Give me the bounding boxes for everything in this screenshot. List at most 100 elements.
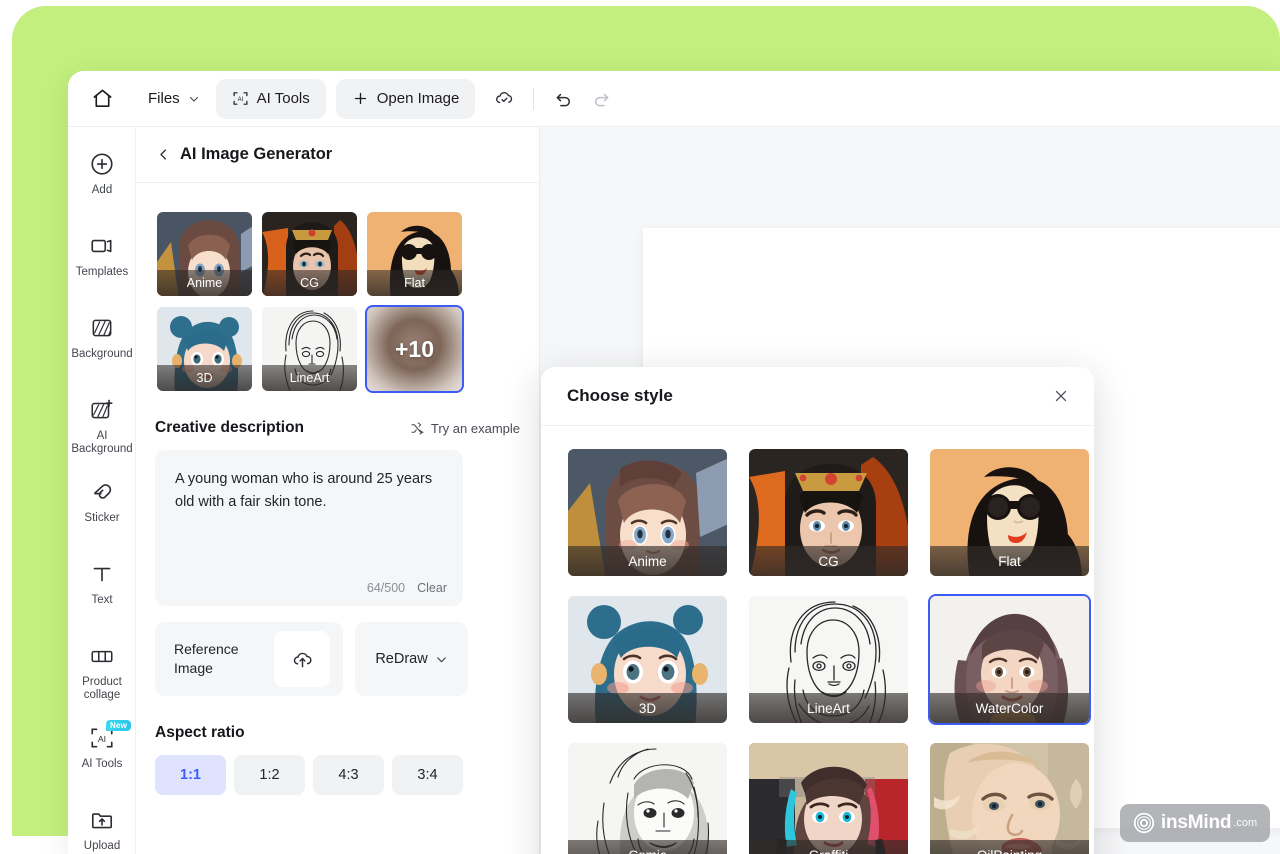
files-menu-button[interactable]: Files: [132, 79, 216, 119]
ai-frame-icon: AI: [232, 90, 249, 107]
style-tile-lineart[interactable]: LineArt: [260, 305, 359, 393]
aspect-chip-4-3[interactable]: 4:3: [313, 755, 384, 795]
redraw-dropdown[interactable]: ReDraw: [355, 622, 468, 696]
close-icon[interactable]: [1052, 387, 1070, 405]
ai-tools-label: AI Tools: [256, 90, 310, 107]
sidebar-item-label: Add: [91, 184, 113, 196]
style-tile-label: Anime: [157, 270, 252, 296]
reference-image-label: Reference Image: [174, 641, 239, 676]
style-thumb-comic: [568, 743, 727, 854]
aspect-chip-1-2[interactable]: 1:2: [234, 755, 305, 795]
watermark: insMind .com: [1120, 804, 1270, 842]
style-tile-flat[interactable]: Flat: [365, 210, 464, 298]
ai-tools-button[interactable]: AI AI Tools: [215, 78, 326, 119]
background-icon: [89, 315, 115, 341]
reference-upload-button[interactable]: [274, 631, 330, 687]
style-label: Graffiti: [749, 840, 908, 854]
sticker-icon: [89, 479, 115, 505]
open-image-button[interactable]: Open Image: [335, 78, 476, 119]
home-icon: [91, 87, 114, 110]
insmind-logo-icon: [1133, 812, 1155, 834]
ai-background-icon: [89, 397, 115, 423]
chevron-left-icon[interactable]: [156, 147, 171, 162]
open-image-label: Open Image: [376, 90, 460, 107]
aspect-chip-1-1[interactable]: 1:1: [155, 755, 226, 795]
style-label: Flat: [930, 546, 1089, 576]
modal-style-graffiti[interactable]: Graffiti: [747, 741, 910, 854]
plus-circle-icon: [89, 151, 115, 177]
modal-style-watercolor[interactable]: WaterColor: [928, 594, 1091, 725]
modal-style-lineart[interactable]: LineArt: [747, 594, 910, 725]
sidebar-item-product-collage[interactable]: Product collage: [68, 633, 135, 715]
style-tile-label: 3D: [157, 365, 252, 391]
modal-style-cg[interactable]: CG: [747, 447, 910, 578]
redraw-label: ReDraw: [375, 651, 428, 667]
undo-icon: [553, 88, 574, 109]
modal-style-flat[interactable]: Flat: [928, 447, 1091, 578]
top-toolbar: Files AI AI Tools Open Image: [68, 71, 1280, 127]
dialog-title: Choose style: [567, 386, 673, 405]
sidebar-item-label: Background: [71, 348, 133, 360]
creative-description-header: Creative description Try an example: [155, 419, 520, 437]
style-thumb-oilpainting: [930, 743, 1089, 854]
clear-button[interactable]: Clear: [417, 581, 447, 595]
style-quick-grid: Anime CG Flat 3D LineArt +10: [155, 210, 520, 393]
modal-style-3d[interactable]: 3D: [566, 594, 729, 725]
modal-style-anime[interactable]: Anime: [566, 447, 729, 578]
style-tile-3d[interactable]: 3D: [155, 305, 254, 393]
creative-description-footer: 64/500 Clear: [367, 581, 447, 595]
svg-text:AI: AI: [98, 734, 106, 744]
sidebar-item-text[interactable]: Text: [68, 551, 135, 633]
files-label: Files: [148, 90, 180, 107]
sidebar-item-ai-tools[interactable]: New AI AI Tools: [68, 715, 135, 797]
watermark-suffix: .com: [1233, 817, 1258, 829]
sidebar-item-label: Upload: [83, 840, 121, 852]
cloud-upload-icon: [291, 648, 314, 671]
style-label: WaterColor: [930, 693, 1089, 723]
redo-icon: [591, 88, 612, 109]
page-title: AI Image Generator: [180, 145, 333, 163]
screenshot-root: Files AI AI Tools Open Image Add Templat…: [0, 0, 1280, 854]
aspect-ratio-title: Aspect ratio: [155, 724, 245, 741]
try-an-example-button[interactable]: Try an example: [410, 421, 520, 436]
cloud-sync-button[interactable]: [485, 80, 523, 118]
panel-body: Anime CG Flat 3D LineArt +10 Creative de…: [136, 183, 539, 795]
choose-style-dialog: Choose style Anime CG Flat 3D LineArt Wa…: [541, 367, 1094, 854]
sidebar-item-upload[interactable]: Upload: [68, 797, 135, 854]
style-label: OilPainting: [930, 840, 1089, 854]
creative-description-title: Creative description: [155, 419, 305, 436]
modal-style-comic[interactable]: Comic: [566, 741, 729, 854]
new-badge: New: [106, 720, 132, 731]
undo-button[interactable]: [544, 80, 582, 118]
templates-icon: [89, 233, 115, 259]
redo-button[interactable]: [582, 80, 620, 118]
app-window: Files AI AI Tools Open Image Add Templat…: [68, 71, 1280, 854]
style-label: LineArt: [749, 693, 908, 723]
aspect-chip-3-4[interactable]: 3:4: [392, 755, 463, 795]
style-tile-more[interactable]: +10: [365, 305, 464, 393]
chevron-down-icon: [435, 653, 448, 666]
sidebar-item-add[interactable]: Add: [68, 141, 135, 223]
sidebar-item-label: Sticker: [84, 512, 120, 524]
style-tile-label: LineArt: [262, 365, 357, 391]
sidebar-item-label: Product collage: [82, 676, 122, 702]
sidebar-item-ai-background[interactable]: AI Background: [68, 387, 135, 469]
sidebar-item-background[interactable]: Background: [68, 305, 135, 387]
home-button[interactable]: [82, 79, 122, 119]
style-grid: Anime CG Flat 3D LineArt WaterColor: [541, 426, 1094, 854]
creative-description-value: A young woman who is around 25 years old…: [175, 471, 433, 510]
reference-row: Reference Image ReDraw: [155, 622, 520, 696]
character-counter: 64/500: [366, 581, 406, 595]
sidebar-item-label: AI Tools: [81, 758, 123, 770]
try-an-example-label: Try an example: [430, 420, 520, 436]
panel-header: AI Image Generator: [136, 127, 539, 183]
style-tile-anime[interactable]: Anime: [155, 210, 254, 298]
creative-description-input[interactable]: A young woman who is around 25 years old…: [155, 450, 463, 606]
reference-image-card: Reference Image: [155, 622, 343, 696]
sidebar-item-sticker[interactable]: Sticker: [68, 469, 135, 551]
modal-style-oilpainting[interactable]: OilPainting: [928, 741, 1091, 854]
style-tile-label: CG: [262, 270, 357, 296]
sidebar-item-templates[interactable]: Templates: [68, 223, 135, 305]
style-label: CG: [749, 546, 908, 576]
style-tile-cg[interactable]: CG: [260, 210, 359, 298]
